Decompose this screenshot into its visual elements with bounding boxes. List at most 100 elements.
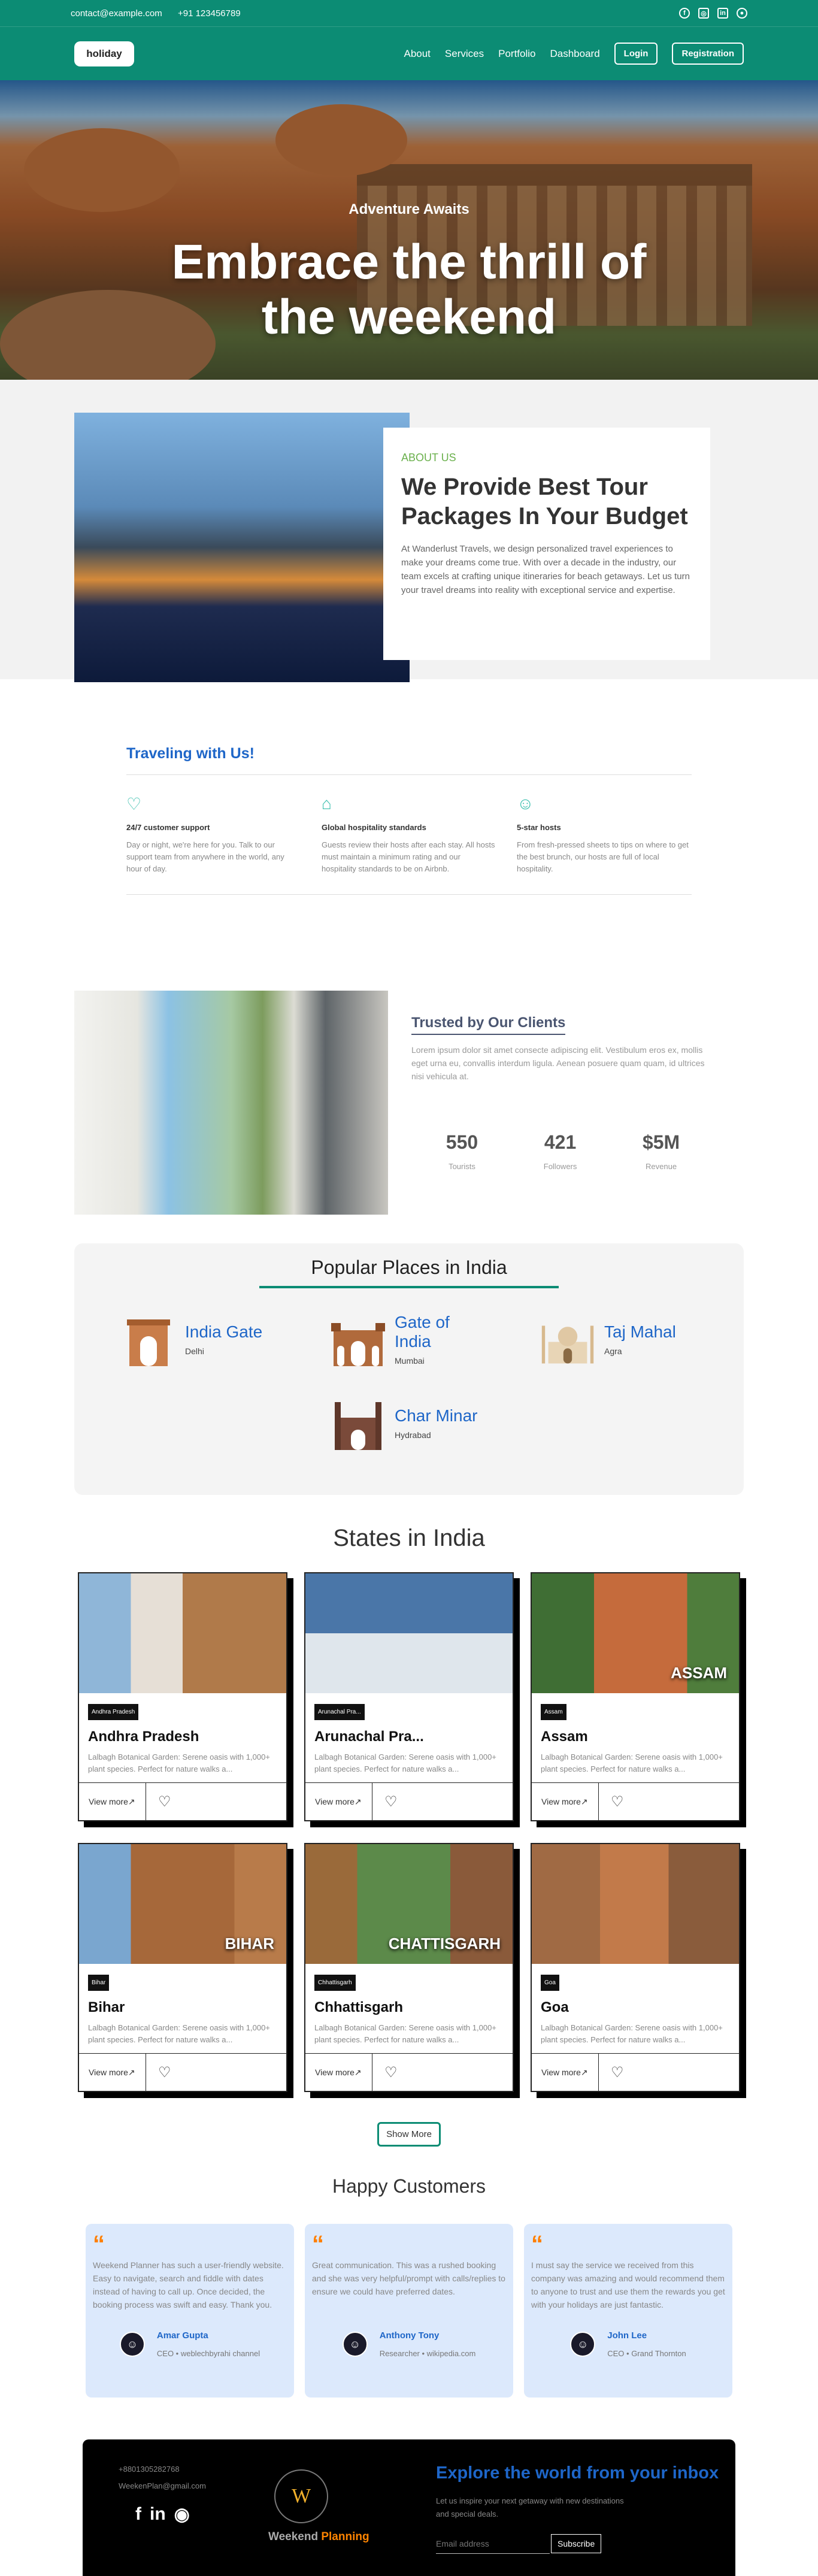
trust-title: Trusted by Our Clients: [411, 1015, 566, 1035]
travel-section: Traveling with Us! ♡ 24/7 customer suppo…: [0, 679, 818, 895]
state-desc: Lalbagh Botanical Garden: Serene oasis w…: [314, 1752, 496, 1773]
heart-icon[interactable]: ♡: [372, 1793, 398, 1811]
nav-dashboard[interactable]: Dashboard: [550, 48, 599, 60]
nav-portfolio[interactable]: Portfolio: [498, 48, 535, 60]
heart-icon[interactable]: ♡: [146, 1793, 171, 1811]
india-gate-icon: [122, 1312, 175, 1366]
stat-label: Followers: [543, 1162, 577, 1171]
facebook-icon[interactable]: f: [135, 2504, 141, 2525]
feature-item: ☺ 5-star hosts From fresh-pressed sheets…: [517, 794, 692, 875]
taj-mahal-icon: [541, 1312, 595, 1366]
arrow-up-right-icon: ↗: [354, 2067, 362, 2077]
home-icon: ⌂: [322, 794, 332, 813]
trust-section: Trusted by Our Clients Lorem ipsum dolor…: [0, 991, 818, 1221]
state-name: Assam: [541, 1729, 588, 1745]
logo[interactable]: holiday: [74, 41, 134, 66]
state-card[interactable]: Goa Goa Lalbagh Botanical Garden: Serene…: [531, 1843, 740, 2092]
about-label: ABOUT US: [401, 452, 456, 464]
footer-phone[interactable]: +8801305282768: [119, 2465, 180, 2474]
about-section: ABOUT US We Provide Best Tour Packages I…: [0, 380, 818, 682]
state-name: Goa: [541, 1999, 569, 2015]
contact-phone[interactable]: +91 123456789: [178, 8, 241, 19]
view-more-link[interactable]: View more ↗: [532, 1783, 599, 1820]
view-more-label: View more: [315, 1797, 355, 1806]
stat-tourists: 550 Tourists: [446, 1131, 478, 1171]
about-title: We Provide Best Tour Packages In Your Bu…: [401, 474, 688, 529]
linkedin-icon[interactable]: in: [150, 2504, 166, 2525]
state-card-body: Chhattisgarh Chhattisgarh Lalbagh Botani…: [305, 1964, 513, 2054]
registration-button[interactable]: Registration: [672, 43, 744, 65]
hero-title-line2: the weekend: [261, 290, 557, 344]
view-more-link[interactable]: View more ↗: [532, 2054, 599, 2091]
state-name: Arunachal Pra...: [314, 1729, 424, 1745]
state-card[interactable]: Arunachal Pra... Arunachal Pra... Lalbag…: [304, 1572, 514, 1821]
state-card-footer: View more ↗ ♡: [305, 1783, 513, 1820]
char-minar-icon: [331, 1396, 385, 1450]
place-name: Gate of India: [395, 1313, 450, 1351]
stat-label: Tourists: [449, 1162, 475, 1171]
places-list: India Gate Delhi Gate of India Mumbai Taj …: [74, 1288, 744, 1450]
view-more-link[interactable]: View more ↗: [305, 2054, 372, 2091]
state-image: ASSAM: [532, 1573, 739, 1693]
view-more-link[interactable]: View more ↗: [79, 2054, 146, 2091]
state-card-body: Goa Goa Lalbagh Botanical Garden: Serene…: [532, 1964, 739, 2054]
state-name: Chhattisgarh: [314, 1999, 404, 2015]
facebook-icon[interactable]: f: [679, 8, 690, 19]
linkedin-icon[interactable]: in: [717, 8, 728, 19]
state-badge: Chhattisgarh: [314, 1975, 356, 1991]
newsletter-email-input[interactable]: [436, 2534, 550, 2554]
github-icon[interactable]: ●: [737, 8, 747, 19]
arrow-up-right-icon: ↗: [580, 1796, 588, 1806]
state-image-label: CHATTISGARH: [388, 1935, 501, 1953]
heart-icon[interactable]: ♡: [599, 2064, 624, 2081]
state-card[interactable]: CHATTISGARH Chhattisgarh Chhattisgarh La…: [304, 1843, 514, 2092]
view-more-label: View more: [89, 2068, 128, 2077]
state-card-footer: View more ↗ ♡: [79, 2054, 286, 2091]
place-item[interactable]: Gate of India Mumbai: [331, 1312, 487, 1366]
instagram-icon[interactable]: ◎: [698, 8, 709, 19]
heart-icon[interactable]: ♡: [599, 1793, 624, 1811]
place-item[interactable]: India Gate Delhi: [122, 1312, 277, 1366]
place-name: India Gate: [185, 1322, 263, 1341]
state-card[interactable]: ASSAM Assam Assam Lalbagh Botanical Gard…: [531, 1572, 740, 1821]
feature-title: 5-star hosts: [517, 823, 561, 832]
contact-email[interactable]: contact@example.com: [71, 8, 162, 19]
nav-services[interactable]: Services: [445, 48, 484, 60]
show-more-button[interactable]: Show More: [377, 2122, 441, 2147]
avatar: ☺: [119, 2332, 145, 2357]
login-button[interactable]: Login: [614, 43, 658, 65]
testimonial-card: “ Weekend Planner has such a user-friend…: [86, 2224, 294, 2398]
view-more-link[interactable]: View more ↗: [79, 1783, 146, 1820]
hero-subtitle: Adventure Awaits: [349, 201, 469, 217]
place-item[interactable]: Taj Mahal Agra: [541, 1312, 696, 1366]
place-item[interactable]: Char Minar Hydrabad: [331, 1396, 487, 1450]
stats: 550 Tourists 421 Followers $5M Revenue: [413, 1131, 713, 1171]
newsletter-heading: Explore the world from your inbox: [436, 2463, 719, 2483]
states-section: States in India Andhra Pradesh Andhra Pr…: [0, 1525, 818, 2147]
user-icon: ☺: [517, 794, 534, 813]
nav-links: About Services Portfolio Dashboard Login…: [404, 43, 744, 65]
subscribe-button[interactable]: Subscribe: [551, 2534, 602, 2553]
state-card-body: Bihar Bihar Lalbagh Botanical Garden: Se…: [79, 1964, 286, 2054]
states-title: States in India: [333, 1525, 485, 1551]
testimonial-author: ☺ John Lee CEO • Grand Thornton: [524, 2330, 732, 2358]
footer-email[interactable]: WeekenPlan@gmail.com: [119, 2481, 206, 2490]
github-icon[interactable]: ◉: [174, 2504, 190, 2525]
place-name: Taj Mahal: [604, 1322, 676, 1341]
state-card[interactable]: BIHAR Bihar Bihar Lalbagh Botanical Gard…: [78, 1843, 287, 2092]
heart-icon[interactable]: ♡: [146, 2064, 171, 2081]
testimonial-author: ☺ Anthony Tony Researcher • wikipedia.com: [305, 2330, 513, 2358]
newsletter-text: Let us inspire your next getaway with ne…: [436, 2496, 624, 2519]
state-card[interactable]: Andhra Pradesh Andhra Pradesh Lalbagh Bo…: [78, 1572, 287, 1821]
stat-value: 550: [446, 1131, 478, 1153]
state-image-label: BIHAR: [225, 1935, 274, 1953]
heart-icon[interactable]: ♡: [372, 2064, 398, 2081]
brand-planning: Planning: [321, 2530, 369, 2543]
view-more-link[interactable]: View more ↗: [305, 1783, 372, 1820]
about-text: At Wanderlust Travels, we design persona…: [401, 544, 690, 595]
nav-about[interactable]: About: [404, 48, 430, 60]
view-more-label: View more: [541, 2068, 581, 2077]
footer-logo[interactable]: W: [274, 2469, 328, 2523]
stat-revenue: $5M Revenue: [643, 1131, 680, 1171]
state-desc: Lalbagh Botanical Garden: Serene oasis w…: [88, 1752, 270, 1773]
